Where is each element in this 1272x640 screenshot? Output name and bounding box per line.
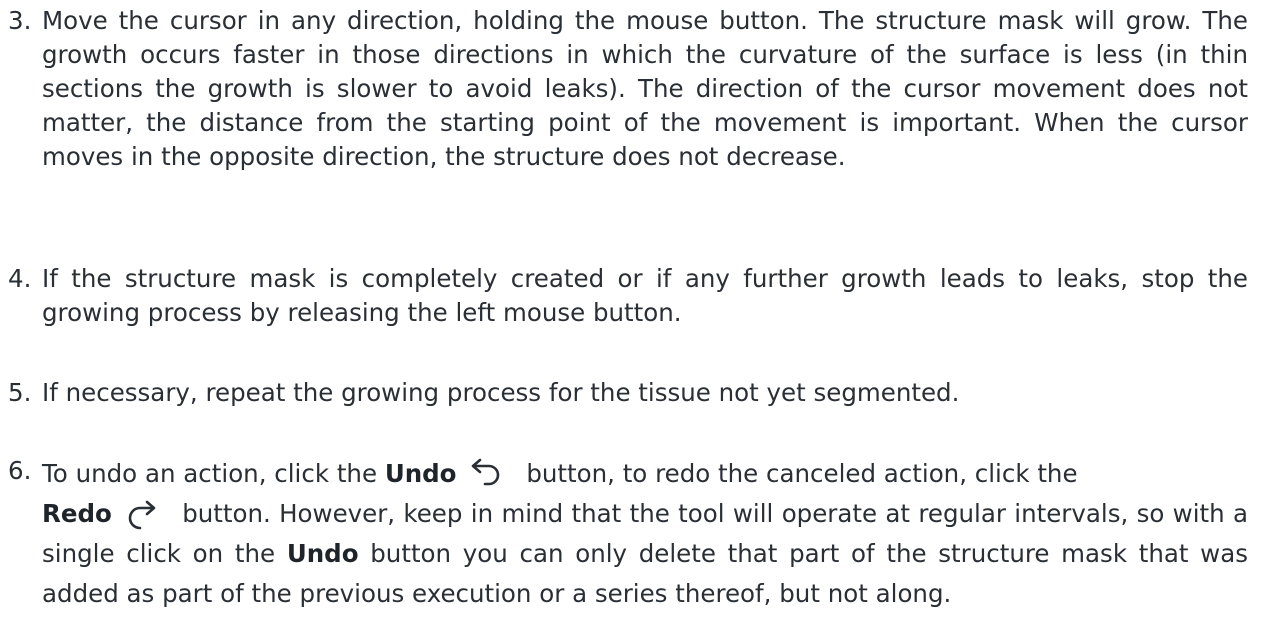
redo-arrow-icon <box>118 497 164 533</box>
step-number: 6. <box>8 456 32 485</box>
step-number: 5. <box>8 378 32 407</box>
step-text-segment: To undo an action, click the <box>42 459 385 488</box>
step-text: If the structure mask is completely crea… <box>42 264 1248 327</box>
step-number: 4. <box>8 264 32 293</box>
document-page: 3. Move the cursor in any direction, hol… <box>0 0 1272 640</box>
step-text: Move the cursor in any direction, holdin… <box>42 6 1248 171</box>
undo-label: Undo <box>384 459 457 488</box>
step-text: If necessary, repeat the growing process… <box>42 378 960 407</box>
step-text-segment: button, to redo the canceled action, cli… <box>518 459 1078 488</box>
redo-label: Redo <box>42 499 112 528</box>
undo-arrow-icon <box>463 457 509 493</box>
step-number: 3. <box>8 6 32 35</box>
undo-label: Undo <box>286 539 359 568</box>
step-text: To undo an action, click the Undo button… <box>42 454 1248 614</box>
